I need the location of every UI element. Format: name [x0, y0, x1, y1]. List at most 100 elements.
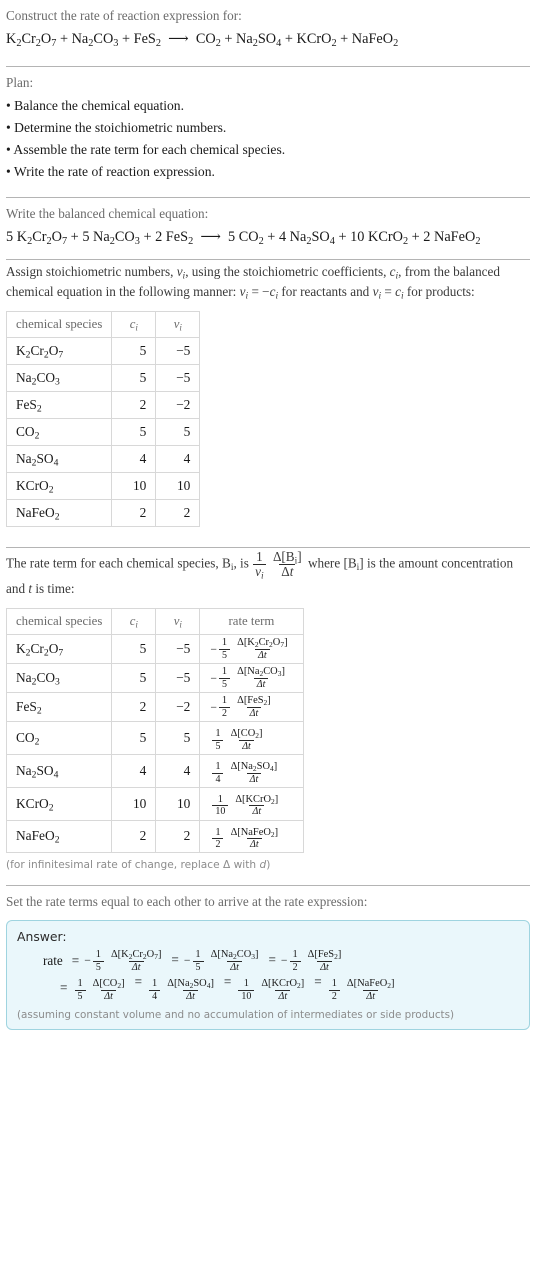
cell-species: Na2SO4	[5, 445, 113, 474]
delta-concentration: Δ[CO2]	[92, 978, 125, 991]
cell-species: CO2	[5, 721, 113, 755]
cell-vi: −5	[155, 337, 201, 366]
table-row: KCrO2 10 10 1 10 Δ[KCrO2] Δt	[5, 786, 304, 821]
cell-ci: 10	[111, 472, 157, 501]
rate-term-expression: 1 4 Δ[Na2SO4] Δt	[210, 761, 282, 785]
answer-box: Answer: rate = −1 5 Δ[K2Cr2O7] Δt = −1 5 Δ[Na2C…	[6, 920, 530, 1030]
coefficient-fraction: 12	[328, 978, 340, 1002]
cell-species: Na2CO3	[5, 663, 113, 694]
cell-species: Na2CO3	[5, 364, 113, 393]
delta-concentration: Δ[NaFeO2]	[230, 826, 279, 839]
rate-label: rate	[43, 952, 63, 968]
denominator: 5	[212, 739, 224, 752]
coefficient-fraction: 15	[219, 666, 230, 690]
cell-species: FeS2	[5, 391, 113, 420]
table-row: CO2 5 5 1 5 Δ[CO2] Δt	[5, 721, 304, 755]
sign: −	[183, 953, 191, 967]
cell-rate-term: −1 2 Δ[FeS2] Δt	[199, 692, 304, 722]
delta-fraction: Δ[Na2SO4] Δt	[228, 761, 281, 785]
rate-term-expression: −1 2 Δ[FeS2] Δt	[210, 695, 275, 719]
cell-ci: 2	[111, 499, 157, 528]
numerator: 1	[195, 949, 201, 961]
cell-ci: 5	[111, 418, 157, 447]
delta-fraction: Δ[CO2] Δt	[228, 728, 266, 752]
answer-line-2: = 1 5 Δ[CO2] Δt = 1 4 Δ[Na2SO4] Δt = 1 10 Δ[KCrO2] Δt…	[43, 974, 519, 1003]
equals-sign: =	[60, 980, 68, 996]
table-row: FeS2 2 −2−1 2 Δ[FeS2] Δt	[5, 692, 304, 722]
col-vi: νi	[155, 311, 201, 339]
equals-sign: =	[223, 974, 232, 990]
rate-term-expression: 1 4 Δ[Na2SO4] Δt	[147, 978, 219, 1002]
numerator: 1	[217, 793, 223, 805]
delta-fraction: Δ[NaFeO2] Δt	[228, 827, 282, 851]
plan-title: Plan:	[6, 74, 34, 90]
answer-terms-line-1: −1 5 Δ[K2Cr2O7] Δt = −1 5 Δ[Na2CO3] Δt = −1 2 Δ[FeS2…	[84, 949, 346, 973]
col-ci: ci	[111, 608, 157, 636]
equals-sign: =	[314, 974, 322, 990]
assign-section: Assign stoichiometric numbers, νi, using…	[5, 260, 530, 528]
denominator: 10	[212, 805, 229, 817]
delta-fraction: Δ[Na2CO3] Δt	[208, 949, 262, 973]
delta-time: Δt	[246, 706, 262, 719]
cell-ci: 5	[111, 337, 157, 366]
plan-step: • Write the rate of reaction expression.	[6, 163, 215, 179]
rate-term-table-body: K2Cr2O7 5 −5−1 5 Δ[K2Cr2O7] Δt Na2CO3 5 −5−1 5 Δ[N…	[5, 634, 304, 854]
coefficient-fraction: 15	[219, 637, 230, 661]
cell-species: Na2SO4	[5, 753, 113, 788]
rate-term-section: The rate term for each chemical species,…	[5, 548, 530, 872]
table-row: FeS2 2 −2	[5, 391, 201, 420]
rate-term-expression: 1 5 Δ[CO2] Δt	[210, 728, 267, 752]
table-header-row: chemical species ci νi	[5, 311, 201, 339]
col-ci: ci	[111, 311, 157, 339]
plan-section: Plan: • Balance the chemical equation. •…	[6, 67, 530, 183]
delta-time: Δt	[227, 960, 242, 973]
numerator: 1	[243, 978, 249, 990]
cell-ci: 5	[111, 721, 157, 755]
cell-species: K2Cr2O7	[5, 337, 113, 366]
delta-concentration: Δ[K2Cr2O7]	[237, 637, 288, 650]
col-chemical-species: chemical species	[5, 311, 113, 339]
cell-species: KCrO2	[5, 786, 113, 821]
cell-ci: 5	[111, 364, 157, 393]
coefficient-fraction: 12	[289, 949, 301, 973]
rate-term-paragraph: The rate term for each chemical species,…	[6, 549, 514, 597]
rate-term-table: chemical species ci νi rate term K2Cr2O7…	[5, 608, 304, 854]
delta-concentration: Δ[KCrO2]	[235, 793, 279, 806]
coefficient-fraction: 15	[92, 949, 104, 973]
denominator: 4	[149, 989, 161, 1002]
question-prompt: Construct the rate of reaction expressio…	[6, 8, 242, 23]
delta-time: Δt	[275, 989, 291, 1002]
delta-fraction: Δ[FeS2] Δt	[234, 695, 274, 719]
delta-time: Δt	[253, 678, 269, 690]
equals-sign: =	[268, 951, 276, 967]
delta-concentration: Δ[Na2SO4]	[230, 760, 278, 773]
rate-term-expression: 1 5 Δ[CO2] Δt	[72, 978, 129, 1002]
rate-term-footnote: (for infinitesimal rate of change, repla…	[6, 859, 271, 872]
cell-vi: −2	[155, 692, 201, 722]
cell-species: KCrO2	[5, 472, 113, 501]
table-row: CO2 5 5	[5, 418, 201, 447]
delta-concentration: Δ[Na2SO4]	[167, 978, 214, 991]
delta-time: Δt	[128, 960, 144, 973]
numerator: 1	[221, 666, 228, 678]
cell-vi: 10	[155, 472, 201, 501]
cell-ci: 5	[111, 663, 157, 694]
delta-concentration: Δ[NaFeO2]	[346, 978, 395, 991]
numerator: 1	[215, 728, 221, 739]
stoichiometric-table: chemical species ci νi K2Cr2O7 5 −5 Na2CO3 5…	[5, 311, 201, 528]
table-row: Na2CO3 5 −5	[5, 364, 201, 393]
denominator: 10	[238, 989, 255, 1002]
answer-terms-line-2: 1 5 Δ[CO2] Δt = 1 4 Δ[Na2SO4] Δt = 1 10 Δ[KCrO2] Δt = 1…	[72, 974, 399, 1002]
delta-fraction: Δ[KCrO2] Δt	[232, 794, 281, 818]
delta-concentration: Δ[KCrO2]	[261, 978, 305, 991]
coefficient-fraction: 12	[219, 695, 230, 719]
stoichiometric-table-body: K2Cr2O7 5 −5 Na2CO3 5 −5 FeS2 2 −2 CO2 5 5 Na2SO4 4 4 K…	[5, 337, 201, 528]
denominator: 5	[219, 649, 230, 661]
rate-term-expression: −1 5 Δ[K2Cr2O7] Δt	[84, 949, 166, 973]
delta-concentration: Δ[FeS2]	[307, 949, 342, 962]
delta-fraction: Δ[CO2] Δt	[90, 978, 128, 1002]
rate-term-expression: 1 10 Δ[KCrO2] Δt	[210, 794, 283, 818]
cell-ci: 10	[111, 786, 157, 821]
delta-fraction: Δ[Na2SO4] Δt	[164, 978, 217, 1002]
denominator: 5	[219, 678, 230, 690]
